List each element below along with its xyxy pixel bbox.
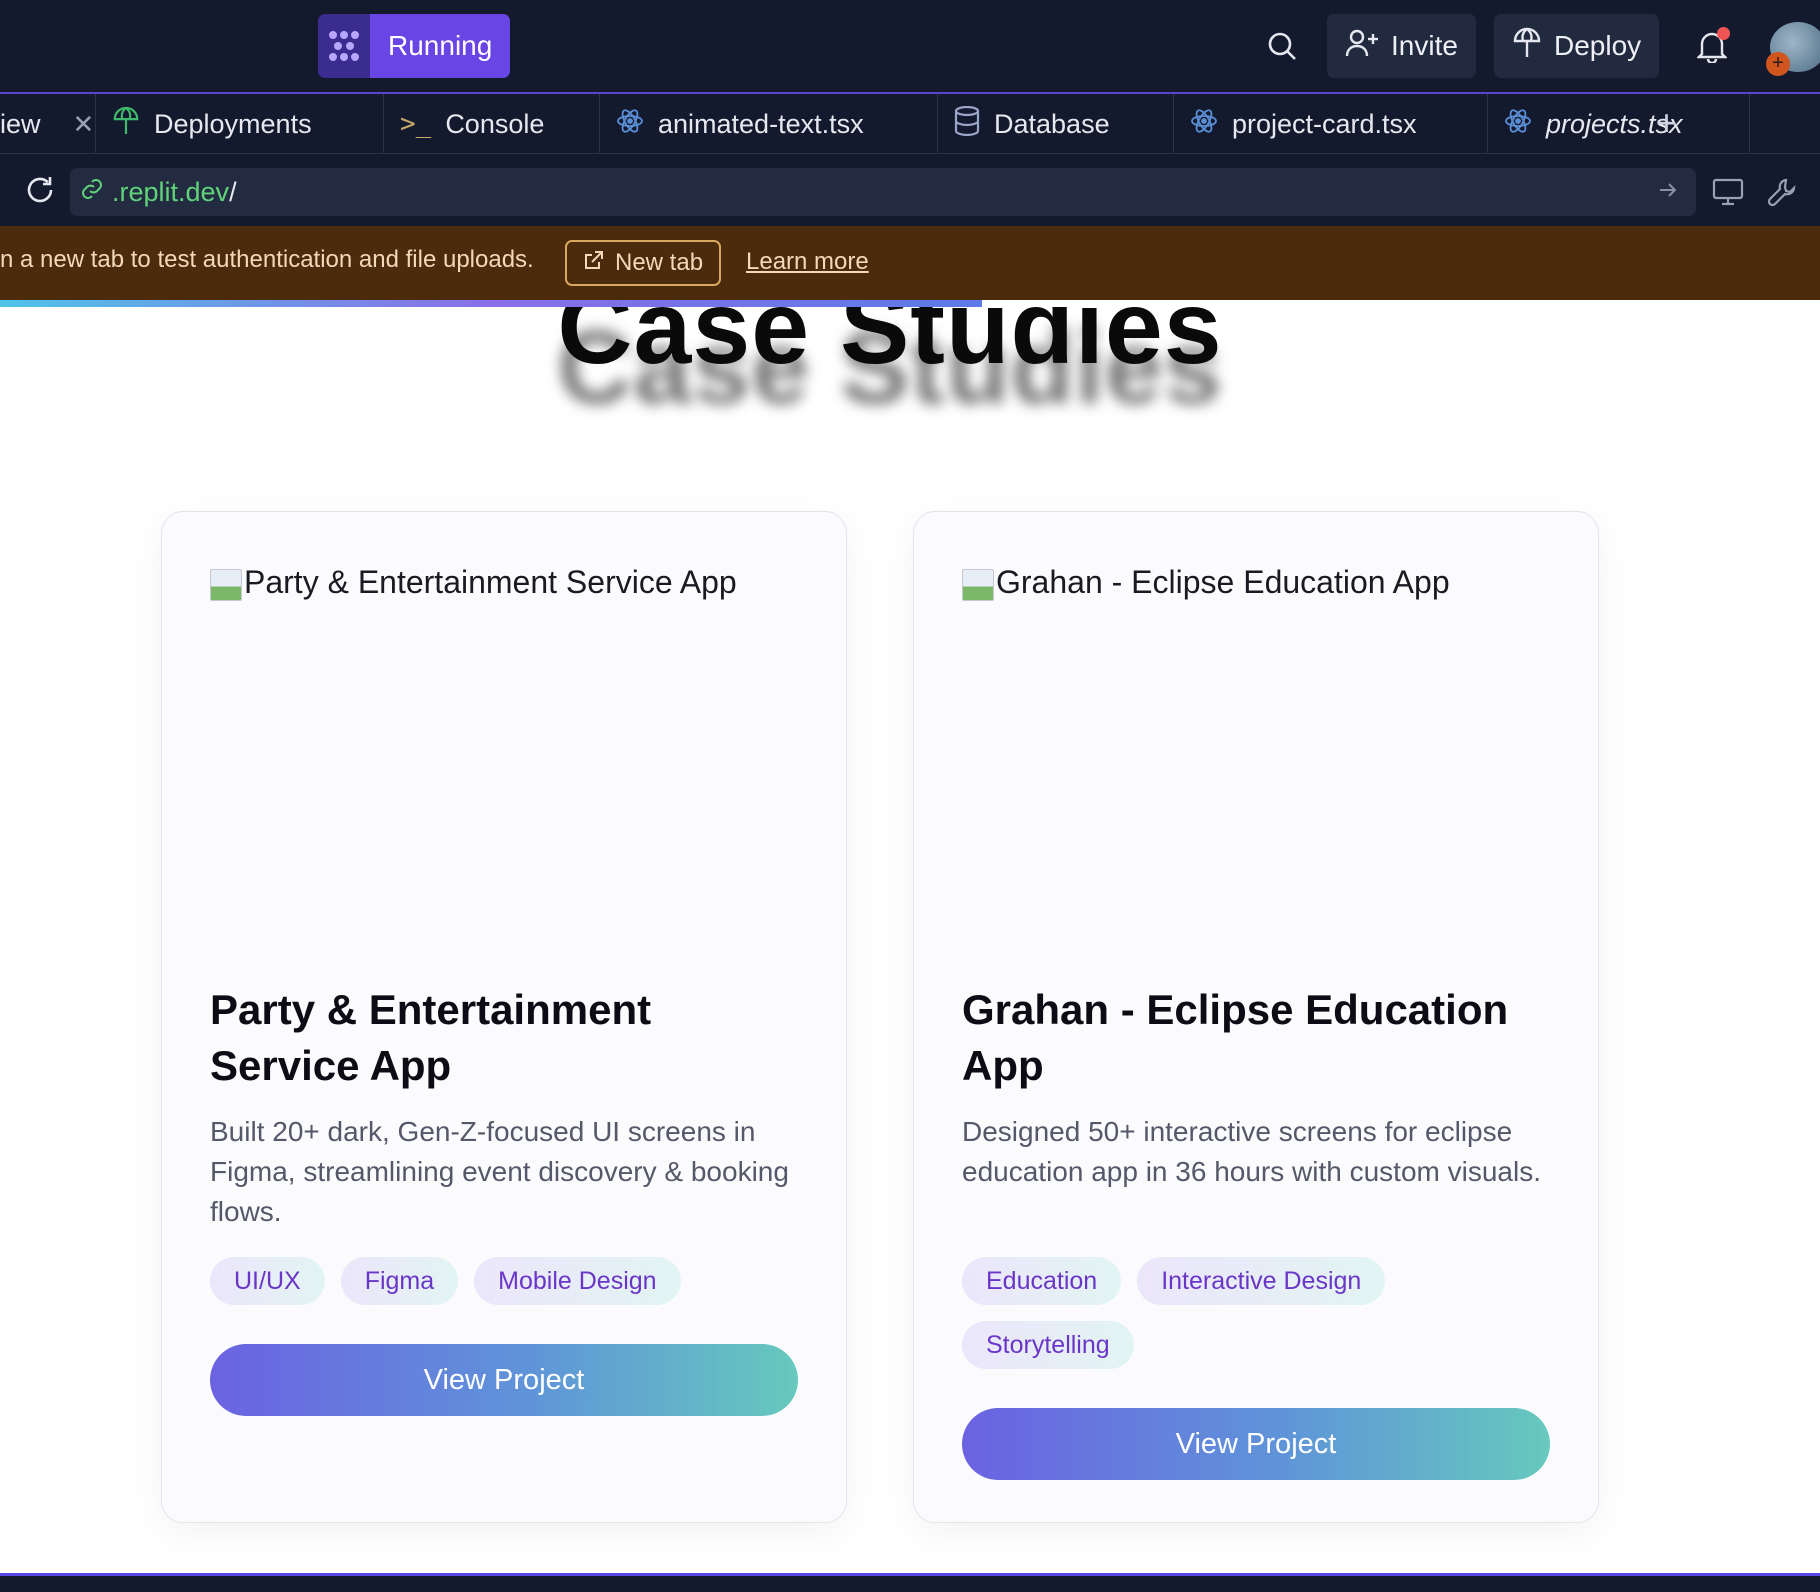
wrench-icon[interactable] <box>1762 172 1802 212</box>
tag: Education <box>962 1257 1122 1305</box>
image-alt-text: Grahan - Eclipse Education App <box>996 564 1450 600</box>
view-project-button[interactable]: View Project <box>962 1408 1550 1480</box>
external-link-icon <box>583 249 605 278</box>
close-icon[interactable]: ✕ <box>73 109 95 140</box>
tab-label: Deployments <box>154 108 312 139</box>
deploy-icon <box>1512 27 1542 66</box>
tab-animated-text[interactable]: animated-text.tsx <box>600 94 938 154</box>
project-card: Party & Entertainment Service App Party … <box>161 511 847 1523</box>
react-icon <box>1190 107 1218 142</box>
url-bar: .replit.dev/ <box>0 154 1820 226</box>
tab-database[interactable]: Database <box>938 94 1174 154</box>
add-user-icon <box>1345 28 1379 65</box>
arrow-right-icon[interactable] <box>1656 178 1680 209</box>
project-title: Party & Entertainment Service App <box>210 986 652 1089</box>
notifications-bell-icon[interactable] <box>1690 24 1734 68</box>
learn-more-link[interactable]: Learn more <box>746 248 869 276</box>
device-preview-icon[interactable] <box>1708 172 1748 212</box>
page-title: Case Studies <box>557 307 1223 386</box>
project-description: Built 20+ dark, Gen-Z-focused UI screens… <box>210 1116 789 1227</box>
invite-button[interactable]: Invite <box>1327 14 1476 78</box>
tab-project-card[interactable]: project-card.tsx <box>1174 94 1488 154</box>
project-description: Designed 50+ interactive screens for ecl… <box>962 1116 1541 1187</box>
notification-dot <box>1717 27 1730 40</box>
stop-icon <box>318 14 370 78</box>
tag: Interactive Design <box>1137 1257 1386 1305</box>
deploy-label: Deploy <box>1554 30 1642 61</box>
new-tab-button[interactable]: New tab <box>565 240 722 286</box>
tab-label: Console <box>445 108 545 139</box>
plus-badge-icon: + <box>1766 52 1790 76</box>
search-icon[interactable] <box>1262 26 1302 66</box>
tab-projects[interactable]: projects.tsx <box>1488 94 1750 154</box>
tab-console[interactable]: >_ Console <box>384 94 600 154</box>
tab-label: Database <box>994 108 1110 139</box>
react-icon <box>616 107 644 142</box>
url-path: / <box>229 176 237 207</box>
tag: Figma <box>340 1257 459 1305</box>
broken-image-icon <box>962 569 994 601</box>
tab-deployments[interactable]: Deployments <box>96 94 384 154</box>
tab-label: iew <box>0 108 41 139</box>
view-project-button[interactable]: View Project <box>210 1344 798 1416</box>
tab-bar: iew ✕ Deployments >_ Console animated-te… <box>0 92 1820 154</box>
info-banner: n a new tab to test authentication and f… <box>0 226 1820 300</box>
image-alt-text: Party & Entertainment Service App <box>244 564 737 600</box>
project-image: Party & Entertainment Service App <box>210 564 737 601</box>
run-button[interactable]: Running <box>318 14 511 78</box>
tag-list: Education Interactive Design Storytellin… <box>962 1257 1412 1369</box>
url-host: .replit.dev <box>112 176 230 207</box>
tag: Storytelling <box>962 1321 1134 1369</box>
tab-label: project-card.tsx <box>1232 108 1417 139</box>
deploy-button[interactable]: Deploy <box>1494 14 1660 78</box>
invite-label: Invite <box>1391 30 1458 61</box>
database-icon <box>954 105 980 143</box>
tab-label: animated-text.tsx <box>658 108 864 139</box>
tag-list: UI/UX Figma Mobile Design <box>210 1257 810 1305</box>
loading-progress-bar <box>0 300 982 307</box>
bottom-status-bar <box>0 1573 1820 1592</box>
terminal-icon: >_ <box>400 109 432 139</box>
reload-icon[interactable] <box>20 170 60 210</box>
new-tab-label: New tab <box>615 249 704 276</box>
project-card: Grahan - Eclipse Education App Grahan - … <box>913 511 1599 1523</box>
project-title: Grahan - Eclipse Education App <box>962 986 1509 1089</box>
url-input[interactable]: .replit.dev/ <box>70 168 1696 216</box>
project-image: Grahan - Eclipse Education App <box>962 564 1450 601</box>
add-tab-icon[interactable]: + <box>1656 102 1677 144</box>
react-icon <box>1504 107 1532 142</box>
preview-content: Case Studies Party & Entertainment Servi… <box>0 307 1820 1573</box>
run-label: Running <box>370 14 511 78</box>
tab-webview[interactable]: iew ✕ <box>0 94 96 154</box>
deploy-icon <box>112 106 140 143</box>
broken-image-icon <box>210 569 242 601</box>
banner-text: n a new tab to test authentication and f… <box>0 246 534 273</box>
tag: UI/UX <box>210 1257 325 1305</box>
tag: Mobile Design <box>474 1257 681 1305</box>
top-bar: Running Invite Deploy + <box>0 0 1820 92</box>
link-icon <box>80 177 104 208</box>
